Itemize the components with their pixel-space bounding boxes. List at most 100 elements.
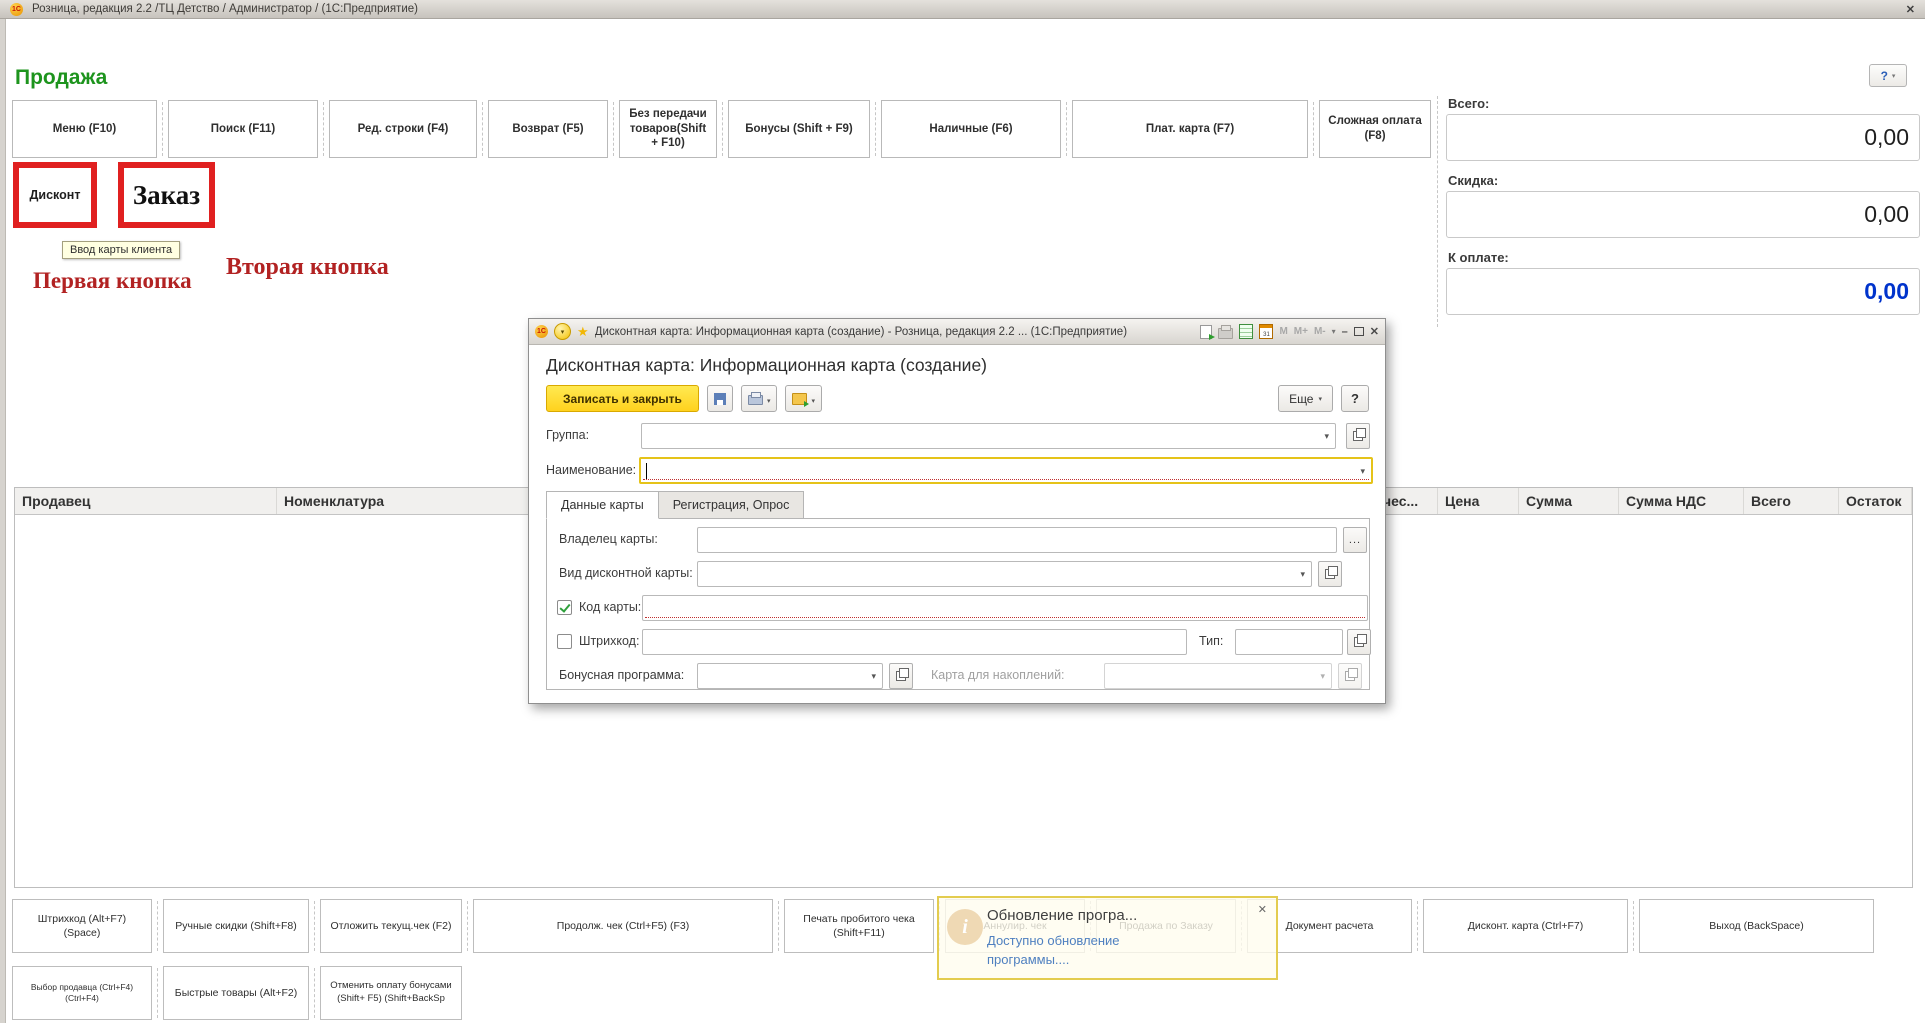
owner-row: Владелец карты: ... (547, 527, 1369, 553)
search-button[interactable]: Поиск (F11) (168, 100, 318, 158)
calculator-icon[interactable] (1239, 324, 1253, 339)
favorite-star-icon[interactable]: ★ (577, 325, 589, 338)
discount-sum-group: Скидка: 0,00 (1446, 173, 1920, 238)
tab-card-data[interactable]: Данные карты (546, 491, 659, 519)
page-title: Продажа (15, 66, 107, 90)
column-remainder[interactable]: Остаток (1839, 488, 1912, 514)
owner-more-button[interactable]: ... (1343, 527, 1367, 553)
update-notification[interactable]: i Обновление програ... ✕ Доступно обновл… (937, 896, 1278, 980)
print-button[interactable] (741, 385, 778, 412)
code-label: Код карты: (579, 600, 641, 614)
owner-input[interactable] (697, 527, 1337, 553)
no-transfer-button[interactable]: Без передачи товаров(Shift + F10) (619, 100, 717, 158)
dashed-separator (482, 102, 483, 156)
discount-card-button[interactable]: Дисконт. карта (Ctrl+F7) (1423, 899, 1628, 953)
order-button-highlight[interactable]: Заказ (118, 162, 215, 228)
dashed-separator (778, 901, 779, 951)
barcode-row: Штрихкод: Тип: (547, 629, 1369, 655)
cancel-bonus-payment-button[interactable]: Отменить оплату бонусами (Shift+ F5) (Sh… (320, 966, 462, 1020)
barcode-button[interactable]: Штрихкод (Alt+F7) (Space) (12, 899, 152, 953)
help-button[interactable]: ? (1869, 64, 1907, 87)
code-checkbox[interactable] (557, 600, 572, 615)
to-pay-group: К оплате: 0,00 (1446, 250, 1920, 315)
owner-label: Владелец карты: (559, 532, 658, 546)
group-row: Группа: (546, 423, 1369, 449)
print-preview-icon[interactable] (1218, 328, 1233, 339)
maximize-icon[interactable] (1354, 327, 1364, 336)
dialog-heading: Дисконтная карта: Информационная карта (… (546, 355, 987, 376)
column-price[interactable]: Цена (1438, 488, 1519, 514)
code-row: Код карты: (547, 595, 1369, 621)
complex-payment-button[interactable]: Сложная оплата (F8) (1319, 100, 1431, 158)
memory-m-button[interactable]: M (1279, 326, 1287, 337)
discount-button-highlight[interactable]: Дисконт (13, 162, 97, 228)
more-button[interactable]: Еще (1278, 385, 1333, 412)
exit-button[interactable]: Выход (BackSpace) (1639, 899, 1874, 953)
barcode-input[interactable] (642, 629, 1187, 655)
system-menu-icon[interactable] (554, 323, 571, 340)
postpone-receipt-button[interactable]: Отложить текущ.чек (F2) (320, 899, 462, 953)
dashed-separator (467, 901, 468, 951)
totals-panel: Всего: 0,00 Скидка: 0,00 К оплате: 0,00 (1437, 96, 1920, 327)
column-total[interactable]: Всего (1744, 488, 1839, 514)
choose-seller-button[interactable]: Выбор продавца (Ctrl+F4) (Ctrl+F4) (12, 966, 152, 1020)
save-and-close-button[interactable]: Записать и закрыть (546, 385, 699, 412)
bonus-open-button[interactable] (889, 663, 913, 689)
open-related-button[interactable] (785, 385, 822, 412)
kind-input[interactable] (697, 561, 1312, 587)
payment-card-button[interactable]: Плат. карта (F7) (1072, 100, 1308, 158)
accum-open-button[interactable] (1338, 663, 1362, 689)
continue-receipt-button[interactable]: Продолж. чек (Ctrl+F5) (F3) (473, 899, 773, 953)
accum-input[interactable] (1104, 663, 1332, 689)
print-punched-receipt-button[interactable]: Печать пробитого чека (Shift+F11) (784, 899, 934, 953)
memory-m-plus-button[interactable]: M+ (1294, 326, 1308, 337)
save-button[interactable] (707, 385, 733, 412)
type-label: Тип: (1199, 634, 1223, 648)
sale-toolbar: Меню (F10) Поиск (F11) Ред. строки (F4) … (12, 100, 1431, 158)
menu-button[interactable]: Меню (F10) (12, 100, 157, 158)
bonus-row: Бонусная программа: Карта для накоплений… (547, 663, 1369, 689)
memory-m-minus-button[interactable]: M- (1314, 326, 1326, 337)
kind-open-button[interactable] (1318, 561, 1342, 587)
group-open-button[interactable] (1346, 423, 1370, 449)
info-bell-icon: i (947, 909, 983, 945)
cash-button[interactable]: Наличные (F6) (881, 100, 1061, 158)
chevron-down-icon (767, 391, 771, 406)
column-seller[interactable]: Продавец (15, 488, 277, 514)
export-doc-icon[interactable] (1200, 325, 1212, 339)
bonuses-button[interactable]: Бонусы (Shift + F9) (728, 100, 870, 158)
type-open-button[interactable] (1347, 629, 1371, 655)
group-input[interactable] (641, 423, 1336, 449)
dashed-separator (875, 102, 876, 156)
name-input[interactable] (639, 457, 1373, 484)
text-cursor (646, 463, 647, 479)
manual-discounts-button[interactable]: Ручные скидки (Shift+F8) (163, 899, 309, 953)
discount-label: Скидка: (1448, 173, 1920, 188)
application-window: 1С Розница, редакция 2.2 /ТЦ Детство / А… (0, 0, 1925, 1023)
dialog-title: Дисконтная карта: Информационная карта (… (595, 326, 1127, 338)
quick-goods-button[interactable]: Быстрые товары (Alt+F2) (163, 966, 309, 1020)
dialog-toolbar: Записать и закрыть Еще ? (546, 385, 1369, 412)
floppy-icon (714, 393, 726, 405)
edit-row-button[interactable]: Ред. строки (F4) (329, 100, 477, 158)
kind-label: Вид дисконтной карты: (559, 566, 693, 580)
dashed-separator (613, 102, 614, 156)
column-vat-sum[interactable]: Сумма НДС (1619, 488, 1744, 514)
minimize-icon[interactable]: – (1342, 326, 1348, 338)
notification-link[interactable]: Доступно обновление программы.... (987, 932, 1197, 970)
dialog-help-button[interactable]: ? (1341, 385, 1369, 412)
chevron-down-icon[interactable]: ▾ (1332, 327, 1336, 336)
barcode-checkbox[interactable] (557, 634, 572, 649)
code-input[interactable] (642, 595, 1368, 621)
dashed-separator (314, 901, 315, 951)
calendar-icon[interactable] (1259, 324, 1273, 339)
return-button[interactable]: Возврат (F5) (488, 100, 608, 158)
type-input[interactable] (1235, 629, 1343, 655)
close-icon[interactable]: ✕ (1258, 903, 1267, 916)
bonus-input[interactable] (697, 663, 883, 689)
tab-registration-survey[interactable]: Регистрация, Опрос (658, 491, 805, 519)
column-sum[interactable]: Сумма (1519, 488, 1619, 514)
close-icon[interactable]: ✕ (1370, 325, 1379, 338)
client-card-tooltip: Ввод карты клиента (62, 241, 180, 259)
close-icon[interactable]: ✕ (1906, 3, 1915, 16)
